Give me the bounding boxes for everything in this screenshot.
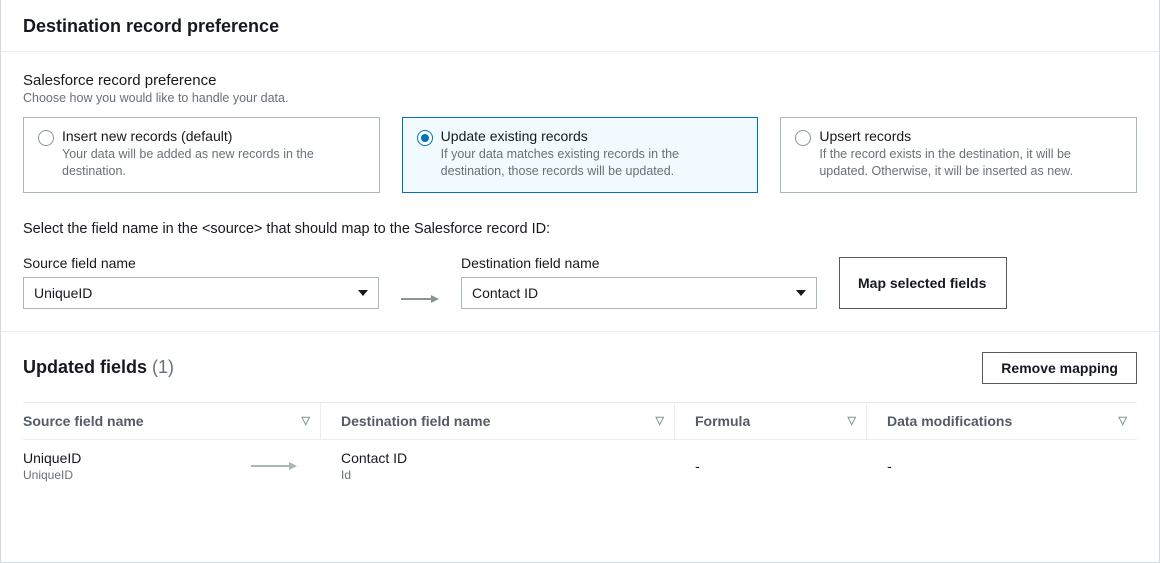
col-dest-field[interactable]: Destination field name ▽ [321, 403, 675, 439]
panel-header: Destination record preference [1, 0, 1159, 52]
table-header-row: Source field name ▽ Destination field na… [23, 403, 1137, 440]
chevron-down-icon [358, 290, 368, 296]
option-description: If your data matches existing records in… [441, 146, 744, 180]
option-description: If the record exists in the destination,… [819, 146, 1122, 180]
map-selected-fields-button[interactable]: Map selected fields [839, 257, 1007, 309]
col-label: Destination field name [341, 413, 490, 429]
preference-options: Insert new records (default) Your data w… [23, 117, 1137, 193]
col-label: Formula [695, 413, 750, 429]
dest-field-select[interactable]: Contact ID [461, 277, 817, 309]
col-source-field[interactable]: Source field name ▽ [23, 403, 321, 439]
cell-source-sub: UniqueID [23, 468, 81, 482]
dest-field-group: Destination field name Contact ID [461, 255, 817, 309]
radio-icon [795, 130, 811, 146]
option-update-existing[interactable]: Update existing records If your data mat… [402, 117, 759, 193]
option-insert-new[interactable]: Insert new records (default) Your data w… [23, 117, 380, 193]
updated-title-text: Updated fields [23, 357, 147, 377]
table-row: UniqueID UniqueID Contact ID Id - - [23, 440, 1137, 488]
sort-icon: ▽ [1119, 414, 1127, 427]
cell-source: UniqueID UniqueID [23, 450, 321, 482]
cell-dest-sub: Id [341, 468, 665, 482]
panel-title: Destination record preference [23, 16, 1137, 37]
remove-mapping-button[interactable]: Remove mapping [982, 352, 1137, 384]
cell-formula: - [675, 458, 867, 474]
dest-field-label: Destination field name [461, 255, 817, 271]
option-label: Upsert records [819, 128, 1122, 144]
col-formula[interactable]: Formula ▽ [675, 403, 867, 439]
dest-field-value: Contact ID [472, 285, 538, 301]
updated-count: (1) [152, 357, 174, 377]
option-upsert[interactable]: Upsert records If the record exists in t… [780, 117, 1137, 193]
arrow-right-icon [401, 295, 439, 303]
updated-fields-section: Updated fields (1) Remove mapping Source… [1, 331, 1159, 488]
sort-icon: ▽ [848, 414, 856, 427]
source-field-label: Source field name [23, 255, 379, 271]
sort-icon: ▽ [302, 414, 310, 427]
option-label: Update existing records [441, 128, 744, 144]
destination-preference-panel: Destination record preference Salesforce… [0, 0, 1160, 563]
source-field-group: Source field name UniqueID [23, 255, 379, 309]
radio-icon [38, 130, 54, 146]
cell-dest-main: Contact ID [341, 450, 665, 466]
updated-fields-table: Source field name ▽ Destination field na… [23, 402, 1137, 488]
updated-fields-header: Updated fields (1) Remove mapping [23, 352, 1137, 384]
mapping-instruction: Select the field name in the <source> th… [23, 221, 1137, 237]
arrow-right-icon [251, 462, 297, 470]
mapping-row: Source field name UniqueID Destination f… [23, 255, 1137, 309]
cell-modifications: - [867, 458, 1137, 474]
radio-icon [417, 130, 433, 146]
sort-icon: ▽ [656, 414, 664, 427]
col-label: Data modifications [887, 413, 1012, 429]
col-label: Source field name [23, 413, 144, 429]
preference-description: Choose how you would like to handle your… [23, 91, 1137, 105]
source-field-value: UniqueID [34, 285, 92, 301]
updated-fields-title: Updated fields (1) [23, 357, 174, 378]
option-description: Your data will be added as new records i… [62, 146, 365, 180]
preference-section: Salesforce record preference Choose how … [1, 52, 1159, 331]
preference-title: Salesforce record preference [23, 72, 1137, 89]
option-label: Insert new records (default) [62, 128, 365, 144]
cell-dest: Contact ID Id [321, 450, 675, 482]
cell-source-main: UniqueID [23, 450, 81, 466]
col-data-modifications[interactable]: Data modifications ▽ [867, 403, 1137, 439]
source-field-select[interactable]: UniqueID [23, 277, 379, 309]
chevron-down-icon [796, 290, 806, 296]
